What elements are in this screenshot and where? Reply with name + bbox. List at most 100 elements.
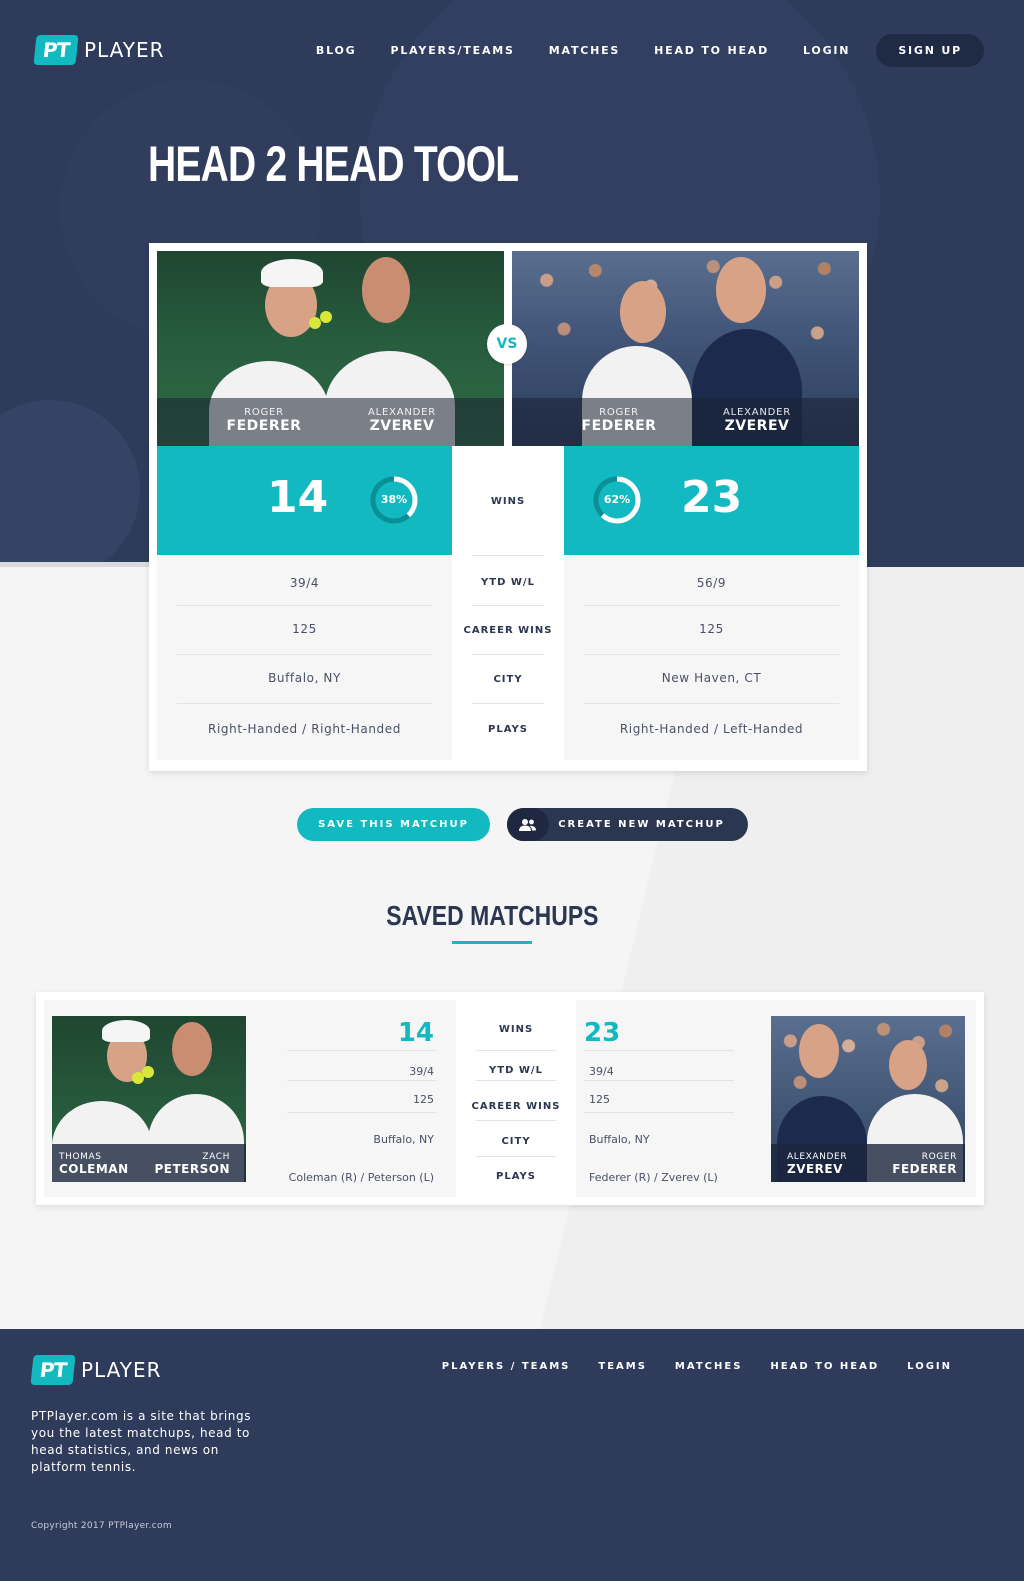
nav-login[interactable]: LOGIN <box>803 44 850 57</box>
footer-about: PTPlayer.com is a site that brings you t… <box>31 1409 252 1474</box>
label-career-wins: CAREER WINS <box>471 1101 561 1112</box>
top-nav: PT PLAYER BLOG PLAYERS/TEAMS MATCHES HEA… <box>0 30 1024 72</box>
divider <box>472 605 544 606</box>
player-name: ZACH PETERSON <box>154 1152 230 1176</box>
player-first-name: ROGER <box>244 407 284 418</box>
footer-matches[interactable]: MATCHES <box>675 1361 742 1372</box>
footer-logo[interactable]: PT PLAYER <box>30 1355 162 1385</box>
divider <box>476 1080 556 1081</box>
saved-team-photo-right: ALEXANDER ZVEREV ROGER FEDERER <box>771 1016 965 1182</box>
stat-city: Buffalo, NY <box>268 671 341 685</box>
player-name: ROGER FEDERER <box>892 1152 957 1176</box>
player-name: ALEXANDER ZVEREV <box>347 407 457 434</box>
player-figure <box>716 257 766 323</box>
player-first-name: ROGER <box>921 1152 957 1162</box>
versus-badge: VS <box>487 324 527 364</box>
player-first-name: ROGER <box>599 407 639 418</box>
stat-plays: Right-Handed / Right-Handed <box>208 722 401 736</box>
player-name: THOMAS COLEMAN <box>59 1152 129 1176</box>
hero-bg-shape <box>0 400 140 567</box>
label-ytd: YTD W/L <box>489 1065 543 1076</box>
logo-badge: PT <box>33 35 79 65</box>
stat-plays: Right-Handed / Left-Handed <box>619 722 804 736</box>
label-wins: WINS <box>490 496 526 507</box>
site-footer: PT PLAYER PLAYERS / TEAMS TEAMS MATCHES … <box>0 1329 1024 1581</box>
player-name: ROGER FEDERER <box>564 407 674 434</box>
footer-players-teams[interactable]: PLAYERS / TEAMS <box>442 1361 571 1372</box>
player-figure <box>261 259 323 287</box>
team-photo-left: ROGER FEDERER ALEXANDER ZVEREV <box>157 251 504 446</box>
player-figure <box>362 257 410 323</box>
divider <box>287 1080 437 1081</box>
label-city: CITY <box>493 674 523 685</box>
label-ytd: YTD W/L <box>481 577 535 588</box>
saved-wins-left: 14 <box>397 1018 434 1048</box>
create-matchup-button[interactable]: CREATE NEW MATCHUP <box>507 808 748 841</box>
nav-links: BLOG PLAYERS/TEAMS MATCHES HEAD TO HEAD … <box>282 34 984 67</box>
saved-ytd-left: 39/4 <box>409 1065 434 1078</box>
hero-divider <box>0 562 150 567</box>
head-to-head-card: ROGER FEDERER ALEXANDER ZVEREV ROGER FED… <box>149 243 867 771</box>
player-first-name: THOMAS <box>59 1152 102 1162</box>
divider <box>287 1050 437 1051</box>
wins-panel-left: 14 38% <box>157 446 452 555</box>
saved-career-right: 125 <box>589 1093 610 1106</box>
saved-team-photo-left: THOMAS COLEMAN ZACH PETERSON <box>52 1016 246 1182</box>
divider <box>476 1050 556 1051</box>
users-icon <box>507 808 549 841</box>
footer-links: PLAYERS / TEAMS TEAMS MATCHES HEAD TO HE… <box>414 1361 952 1372</box>
nav-head-to-head[interactable]: HEAD TO HEAD <box>654 44 769 57</box>
saved-city-left: Buffalo, NY <box>373 1133 434 1146</box>
footer-login[interactable]: LOGIN <box>907 1361 952 1372</box>
saved-matchups-title-text: SAVED MATCHUPS <box>385 900 599 931</box>
divider <box>472 555 544 556</box>
footer-teams[interactable]: TEAMS <box>598 1361 647 1372</box>
player-figure <box>799 1024 839 1078</box>
player-last-name: FEDERER <box>892 1162 957 1176</box>
player-last-name: PETERSON <box>154 1162 230 1176</box>
page-title: HEAD 2 HEAD TOOL <box>148 136 519 192</box>
label-plays: PLAYS <box>496 1171 536 1182</box>
player-last-name: FEDERER <box>226 418 302 434</box>
label-plays: PLAYS <box>488 724 528 735</box>
wins-panel-right: 62% 23 <box>564 446 859 555</box>
player-last-name: ZVEREV <box>787 1162 843 1176</box>
signup-button[interactable]: SIGN UP <box>876 34 984 67</box>
stat-career-wins: 125 <box>292 622 317 636</box>
win-percent-left: 38% <box>380 493 408 506</box>
wins-count-left: 14 <box>267 472 329 523</box>
nav-players-teams[interactable]: PLAYERS/TEAMS <box>391 44 515 57</box>
divider <box>584 605 839 606</box>
site-logo[interactable]: PT PLAYER <box>33 35 165 65</box>
logo-text: PLAYER <box>84 38 165 62</box>
divider <box>287 1112 437 1113</box>
tennis-ball <box>142 1066 154 1078</box>
saved-matchup-card[interactable]: THOMAS COLEMAN ZACH PETERSON ALEXANDER Z… <box>36 992 984 1205</box>
label-city: CITY <box>501 1136 531 1147</box>
saved-plays-right: Federer (R) / Zverev (L) <box>589 1171 718 1184</box>
logo-text: PLAYER <box>81 1358 162 1382</box>
saved-career-left: 125 <box>413 1093 434 1106</box>
create-matchup-label: CREATE NEW MATCHUP <box>558 819 725 830</box>
label-career-wins: CAREER WINS <box>463 625 553 636</box>
player-last-name: FEDERER <box>581 418 657 434</box>
nav-blog[interactable]: BLOG <box>316 44 357 57</box>
player-last-name: COLEMAN <box>59 1162 129 1176</box>
tennis-ball <box>320 311 332 323</box>
divider <box>472 654 544 655</box>
stat-ytd: 56/9 <box>696 576 727 590</box>
save-matchup-button[interactable]: SAVE THIS MATCHUP <box>297 808 490 841</box>
saved-plays-left: Coleman (R) / Peterson (L) <box>288 1171 434 1184</box>
nav-matches[interactable]: MATCHES <box>549 44 620 57</box>
player-last-name: ZVEREV <box>369 418 435 434</box>
footer-head-to-head[interactable]: HEAD TO HEAD <box>770 1361 879 1372</box>
stat-ytd: 39/4 <box>289 576 320 590</box>
stat-city: New Haven, CT <box>661 671 762 685</box>
divider <box>584 1050 734 1051</box>
player-last-name: ZVEREV <box>724 418 790 434</box>
divider <box>177 605 432 606</box>
divider <box>584 703 839 704</box>
label-wins: WINS <box>498 1024 534 1035</box>
stats-left: 39/4 125 Buffalo, NY Right-Handed / Righ… <box>157 555 452 760</box>
player-figure <box>172 1022 212 1076</box>
